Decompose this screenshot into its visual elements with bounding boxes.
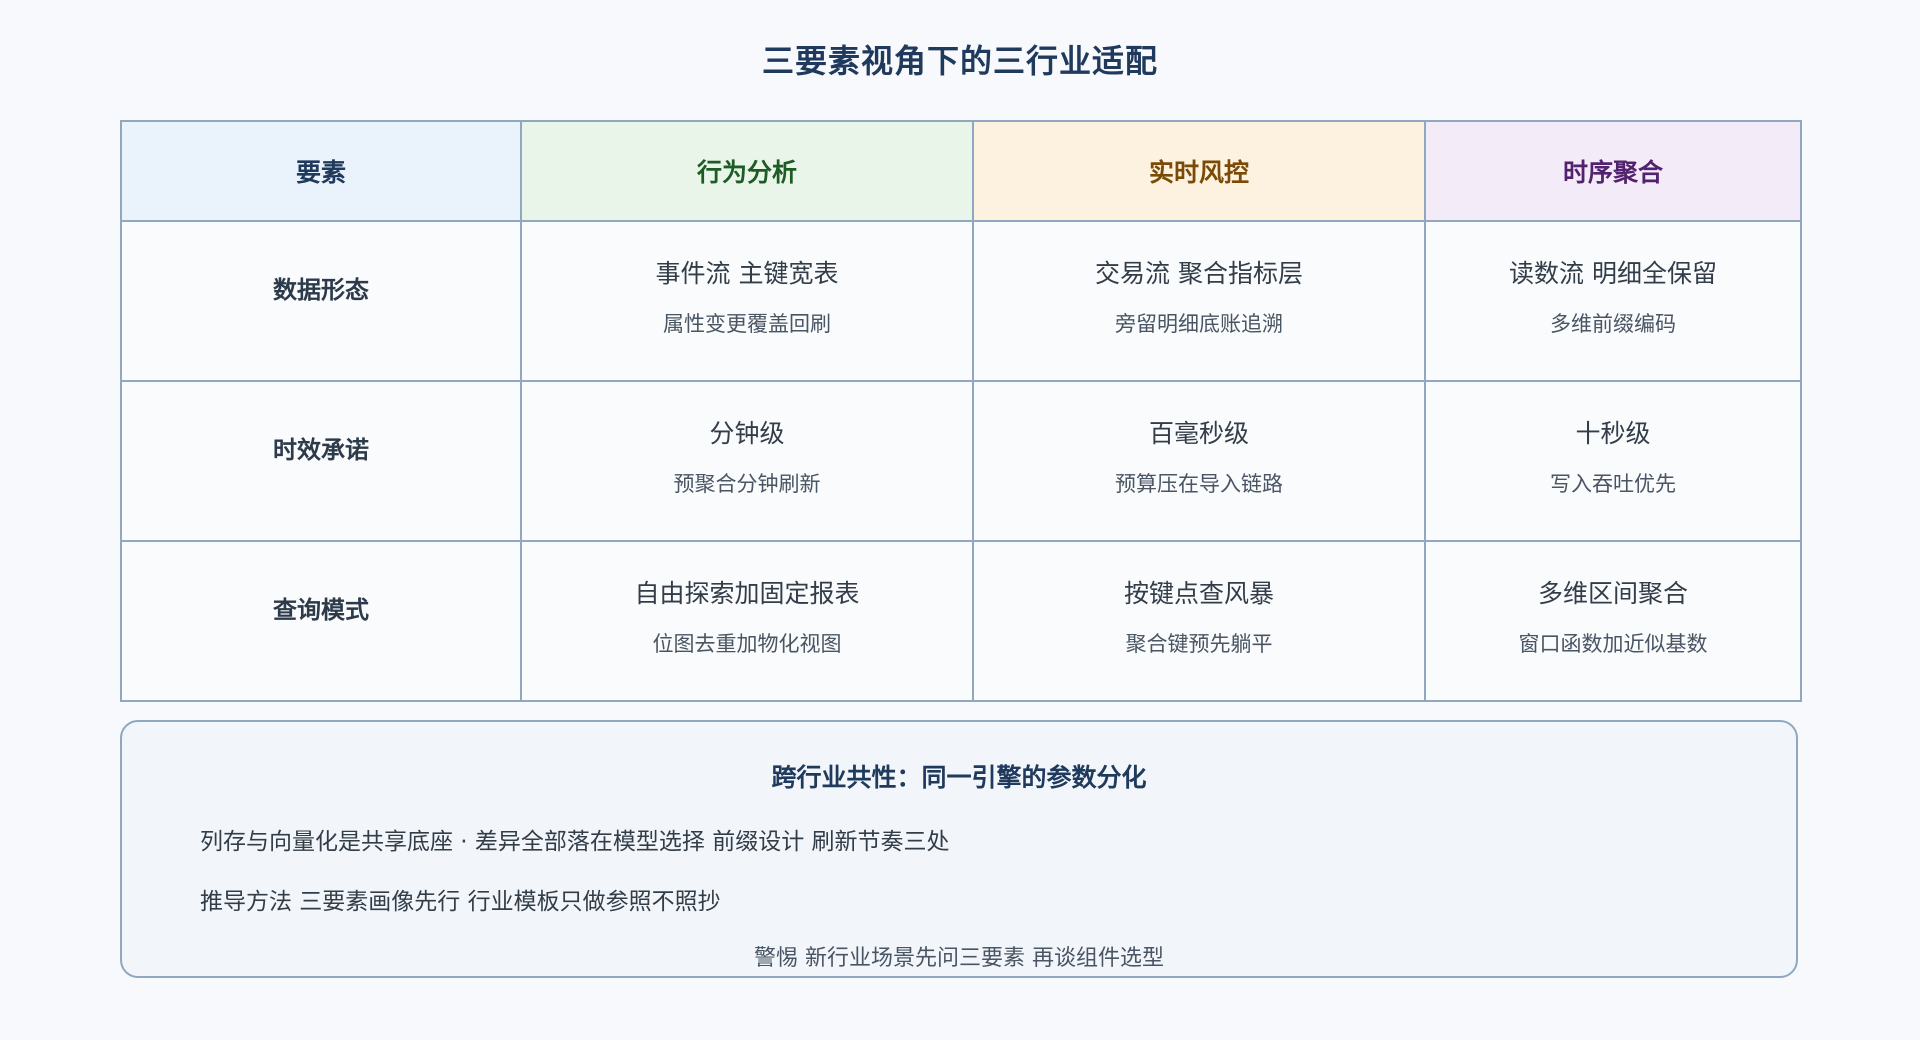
row-label-text: 查询模式 xyxy=(273,596,369,624)
cell-behavior-data: 事件流 主键宽表属性变更覆盖回刷 xyxy=(520,220,974,382)
header-row: 要素 行为分析 实时风控 时序聚合 xyxy=(120,120,1802,222)
adaptation-matrix: 要素 行为分析 实时风控 时序聚合 数据形态 事件流 主键宽表 属性变更覆盖回刷 … xyxy=(120,120,1802,702)
cell-risk-latency: 百毫秒级预算压在导入链路 xyxy=(972,380,1426,542)
row-label-text: 时效承诺 xyxy=(273,436,369,464)
summary-box: 跨行业共性：同一引擎的参数分化 列存与向量化是共享底座 · 差异全部落在模型选择… xyxy=(120,720,1798,978)
header-timeseries-agg: 时序聚合 xyxy=(1424,120,1802,222)
cell-time-query: 多维区间聚合窗口函数加近似基数 xyxy=(1424,540,1802,702)
cell-sub: 旁留明细底账追溯 xyxy=(1115,312,1283,336)
cell-risk-query: 按键点查风暴聚合键预先躺平 xyxy=(972,540,1426,702)
summary-title: 跨行业共性：同一引擎的参数分化 xyxy=(771,763,1147,792)
row-label-data-shape: 数据形态 xyxy=(120,220,522,382)
header-factor: 要素 xyxy=(120,120,522,222)
cell-main: 按键点查风暴 xyxy=(1123,579,1274,608)
cell-sub: 位图去重加物化视图 xyxy=(652,632,842,656)
row-label-latency: 时效承诺 xyxy=(120,380,522,542)
cell-main: 百毫秒级 xyxy=(1148,419,1249,448)
cell-sub: 窗口函数加近似基数 xyxy=(1518,632,1708,656)
table-row: 时效承诺 分钟级预聚合分钟刷新 百毫秒级预算压在导入链路 十秒级写入吞吐优先 xyxy=(120,380,1802,542)
summary-line-method: 推导方法 三要素画像先行 行业模板只做参照不照抄 xyxy=(200,889,721,915)
cell-main: 十秒级 xyxy=(1575,419,1651,448)
header-realtime-risk: 实时风控 xyxy=(972,120,1426,222)
row-label-query-mode: 查询模式 xyxy=(120,540,522,702)
page-title: 三要素视角下的三行业适配 xyxy=(761,42,1158,80)
header-behavior-analysis: 行为分析 xyxy=(520,120,974,222)
cell-main: 读数流 明细全保留 xyxy=(1509,259,1717,288)
summary-line-shared-base: 列存与向量化是共享底座 · 差异全部落在模型选择 前缀设计 刷新节奏三处 xyxy=(200,829,950,855)
cell-sub: 预算压在导入链路 xyxy=(1115,472,1283,496)
cell-sub: 多维前缀编码 xyxy=(1550,312,1676,336)
cell-behavior-latency: 分钟级预聚合分钟刷新 xyxy=(520,380,974,542)
cell-sub: 属性变更覆盖回刷 xyxy=(663,312,831,336)
cell-main: 多维区间聚合 xyxy=(1537,579,1688,608)
summary-warning: 警惕 新行业场景先问三要素 再谈组件选型 xyxy=(754,946,1164,971)
cell-main: 事件流 主键宽表 xyxy=(655,259,839,288)
row-label-text: 数据形态 xyxy=(273,276,369,304)
cell-main: 分钟级 xyxy=(709,419,785,448)
cell-main: 自由探索加固定报表 xyxy=(634,579,860,608)
cell-risk-data: 交易流 聚合指标层旁留明细底账追溯 xyxy=(972,220,1426,382)
table-row: 数据形态 事件流 主键宽表 属性变更覆盖回刷 交易流 聚合指标层 旁留明细底账追溯 … xyxy=(120,220,1802,382)
cell-main: 交易流 聚合指标层 xyxy=(1095,259,1303,288)
cell-time-data: 读数流 明细全保留多维前缀编码 xyxy=(1424,220,1802,382)
cell-sub: 聚合键预先躺平 xyxy=(1125,632,1273,656)
cell-time-latency: 十秒级 写入吞吐优先 xyxy=(1424,380,1802,542)
cell-sub: 写入吞吐优先 xyxy=(1550,472,1676,496)
cell-sub: 预聚合分钟刷新 xyxy=(673,472,821,496)
table-row: 查询模式 自由探索加固定报表位图去重加物化视图 按键点查风暴聚合键预先躺平 多维… xyxy=(120,540,1802,702)
cell-behavior-query: 自由探索加固定报表位图去重加物化视图 xyxy=(520,540,974,702)
